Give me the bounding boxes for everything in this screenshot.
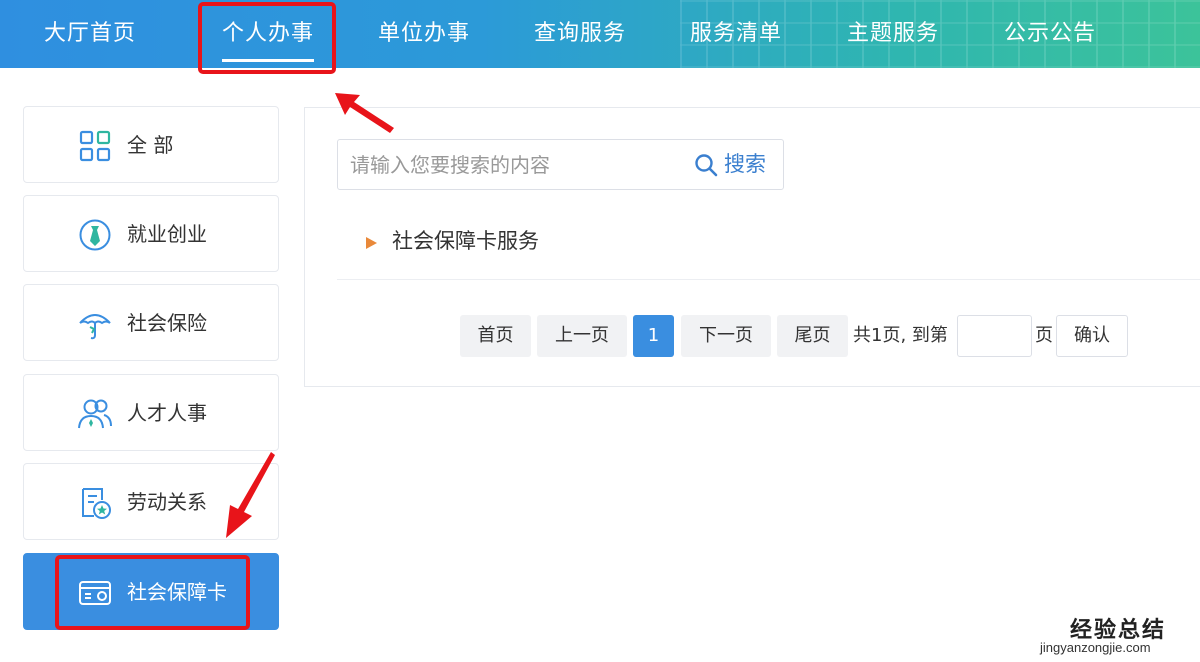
- list-item: 社会保障卡服务: [337, 216, 1200, 280]
- sidebar-item-label: 社会保险: [127, 311, 207, 335]
- sidebar-item-talent-personnel[interactable]: 人才人事: [23, 374, 279, 451]
- top-nav-bar: 大厅首页 个人办事 单位办事 查询服务 服务清单 主题服务 公示公告: [0, 0, 1200, 68]
- pagination-next-button[interactable]: 下一页: [681, 315, 771, 357]
- contract-icon: [82, 488, 111, 519]
- pagination-first-button[interactable]: 首页: [460, 315, 531, 357]
- search-icon: [695, 154, 718, 177]
- nav-item-unit-affairs[interactable]: 单位办事: [378, 0, 470, 68]
- umbrella-icon: [79, 314, 111, 340]
- pagination-prev-button[interactable]: 上一页: [537, 315, 627, 357]
- annotation-arrow-icon: [226, 452, 275, 538]
- nav-item-theme-service[interactable]: 主题服务: [847, 0, 939, 68]
- nav-item-query-service[interactable]: 查询服务: [534, 0, 626, 68]
- sidebar-item-employment[interactable]: 就业创业: [23, 195, 279, 272]
- search-button-label: 搜索: [724, 152, 766, 176]
- watermark-logo: 经验总结 jingyanzongjie.com: [1040, 612, 1190, 658]
- sidebar-item-label: 人才人事: [127, 401, 207, 425]
- nav-item-public-notice[interactable]: 公示公告: [1004, 0, 1096, 68]
- caret-right-icon: [366, 237, 377, 249]
- search-box: 搜索: [337, 139, 784, 190]
- nav-item-hall-home[interactable]: 大厅首页: [44, 0, 136, 68]
- search-input[interactable]: [350, 140, 680, 189]
- sidebar-item-label: 全 部: [127, 133, 174, 157]
- watermark-url: jingyanzongjie.com: [1040, 640, 1151, 655]
- people-icon: [78, 399, 112, 429]
- sidebar-item-social-insurance[interactable]: 社会保险: [23, 284, 279, 361]
- pagination-current-page[interactable]: 1: [633, 315, 674, 357]
- nav-item-service-list[interactable]: 服务清单: [690, 0, 782, 68]
- pagination-confirm-button[interactable]: 确认: [1056, 315, 1128, 357]
- pagination-page-suffix: 页: [1035, 325, 1053, 346]
- annotation-arrow-icon: [335, 93, 394, 133]
- service-link-social-security-card[interactable]: 社会保障卡服务: [392, 216, 539, 266]
- highlight-box-personal-affairs: [198, 2, 336, 74]
- highlight-box-social-security-card: [55, 555, 250, 630]
- sidebar-item-all[interactable]: 全 部: [23, 106, 279, 183]
- tie-icon: [79, 219, 111, 251]
- sidebar-item-label: 劳动关系: [127, 490, 207, 514]
- pagination-last-button[interactable]: 尾页: [777, 315, 848, 357]
- sidebar-item-label: 就业创业: [127, 222, 207, 246]
- pagination-info: 共1页, 到第: [853, 325, 948, 346]
- search-button[interactable]: 搜索: [690, 140, 782, 189]
- grid-icon: [79, 130, 111, 162]
- pagination-goto-input[interactable]: [957, 315, 1032, 357]
